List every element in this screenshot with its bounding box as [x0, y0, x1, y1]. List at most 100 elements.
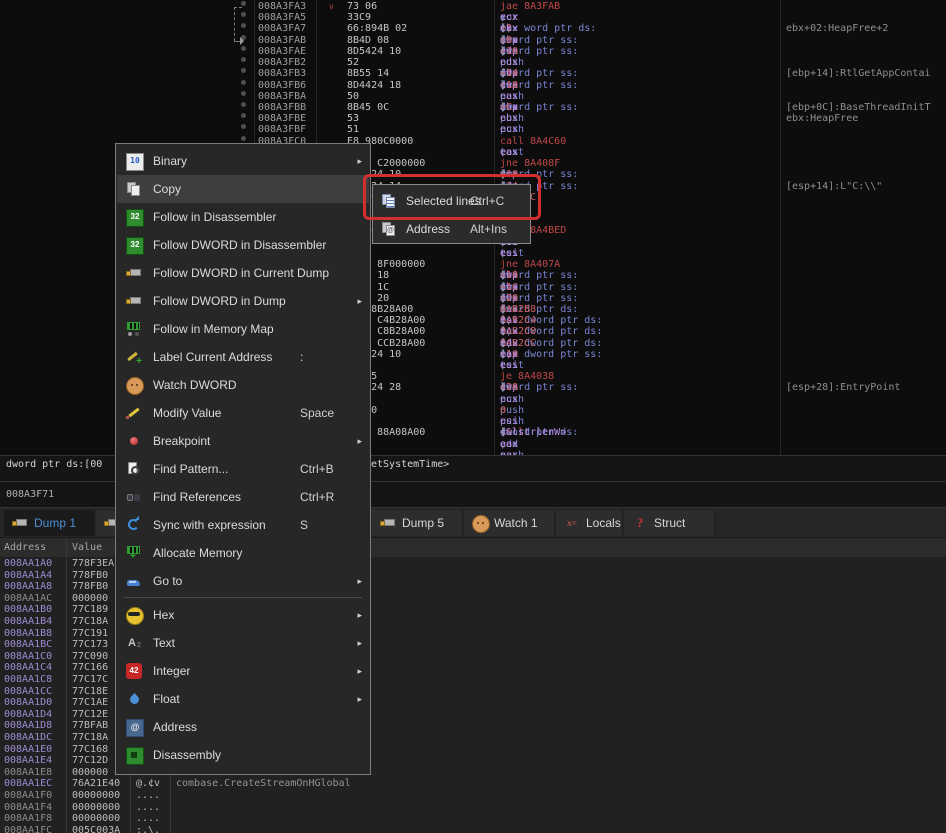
dump-address: 008AA1AC	[4, 593, 52, 604]
disasm-row[interactable]: 008A3FBE53push ebxebx:HeapFree	[0, 113, 946, 124]
dump-row[interactable]: 008AA1FC005C003A:.\.	[0, 825, 946, 833]
breakpoint-dot-icon[interactable]	[241, 12, 246, 17]
menu-item-allocate-memory[interactable]: Allocate Memory	[117, 539, 369, 567]
disasm-row[interactable]: 008A3FB252push edx	[0, 57, 946, 68]
tab-dump-5[interactable]: Dump 5	[372, 510, 463, 536]
menu-item-label: Watch DWORD	[153, 371, 237, 399]
tab-watch-1[interactable]: Watch 1	[464, 510, 555, 536]
menu-item-float[interactable]: Float▸	[117, 685, 369, 713]
disasm-comment: [ebp+0C]:BaseThreadInitT	[786, 102, 931, 113]
menu-item-go-to[interactable]: Go to▸	[117, 567, 369, 595]
breakpoint-dot-icon[interactable]	[241, 57, 246, 62]
menu-item-address[interactable]: Address	[117, 713, 369, 741]
hex-icon	[126, 607, 144, 625]
breakpoint-dot-icon[interactable]	[241, 102, 246, 107]
breakpoint-dot-icon[interactable]	[241, 46, 246, 51]
breakpoint-dot-icon[interactable]	[241, 80, 246, 85]
dump-row[interactable]: 008AA1F400000000....	[0, 802, 946, 813]
disasm-bytes: 50	[347, 91, 359, 102]
disasm-bytes: 33C9	[347, 12, 371, 23]
dump-address: 008AA1BC	[4, 639, 52, 650]
breakpoint-dot-icon[interactable]	[241, 1, 246, 6]
menu-item-follow-dword-in-disassembler[interactable]: Follow DWORD in Disassembler	[117, 231, 369, 259]
dump-value: 000000	[72, 767, 108, 778]
menu-item-binary[interactable]: Binary▸	[117, 147, 369, 175]
breakpoint-dot-icon[interactable]	[241, 23, 246, 28]
menu-item-find-pattern[interactable]: Find Pattern...Ctrl+B	[117, 455, 369, 483]
disasm-row[interactable]: 008A3FB38B55 14mov edx,dword ptr ss:[ebp…	[0, 68, 946, 79]
menu-separator	[124, 597, 362, 598]
breakpoint-dot-icon[interactable]	[241, 124, 246, 129]
disasm-row[interactable]: 008A3FAB8B4D 08mov ecx,dword ptr ss:[ebp…	[0, 35, 946, 46]
disasm-comment: ebx+02:HeapFree+2	[786, 23, 888, 34]
locals-icon	[564, 515, 580, 531]
tab-struct[interactable]: Struct	[624, 510, 715, 536]
disasm-row[interactable]: 008A3FB68D4424 18lea eax,dword ptr ss:[e…	[0, 80, 946, 91]
menu-item-follow-in-disassembler[interactable]: Follow in Disassembler	[117, 203, 369, 231]
menu-item-follow-dword-in-dump[interactable]: Follow DWORD in Dump▸	[117, 287, 369, 315]
disasm-row[interactable]: 008A3FBF51push ecx	[0, 124, 946, 135]
allocate-memory-icon	[126, 545, 142, 561]
menu-item-sync-with-expression[interactable]: Sync with expressionS	[117, 511, 369, 539]
menu-item-integer[interactable]: Integer▸	[117, 657, 369, 685]
disasm-row[interactable]: 008A3FBA50push eax	[0, 91, 946, 102]
tab-label: Locals	[586, 510, 621, 536]
disasm-address: 008A3FA5	[258, 12, 306, 23]
menu-item-follow-dword-in-current-dump[interactable]: Follow DWORD in Current Dump	[117, 259, 369, 287]
dump-row[interactable]: 008AA1F000000000....	[0, 790, 946, 801]
menu-item-label: Disassembly	[153, 741, 221, 769]
disasm-row[interactable]: 008A3FAE8D5424 10lea edx,dword ptr ss:[e…	[0, 46, 946, 57]
disasm-row[interactable]: 008A3FA3v73 06jae 8A3FAB	[0, 1, 946, 12]
menu-item-label: Follow DWORD in Disassembler	[153, 231, 326, 259]
breakpoint-dot-icon[interactable]	[241, 68, 246, 73]
menu-item-label: Text	[153, 629, 175, 657]
menu-item-label: Float	[153, 685, 180, 713]
dump-address: 008AA1B4	[4, 616, 52, 627]
menu-item-label: Find References	[153, 483, 241, 511]
menu-item-follow-in-memory-map[interactable]: Follow in Memory Map	[117, 315, 369, 343]
menu-item-find-references[interactable]: Find ReferencesCtrl+R	[117, 483, 369, 511]
dump-value: 77C18A	[72, 616, 108, 627]
tab-dump-1[interactable]: Dump 1	[4, 510, 95, 536]
disasm-row[interactable]: 008A3FBB8B45 0Cmov eax,dword ptr ss:[ebp…	[0, 102, 946, 113]
dump-address: 008AA1DC	[4, 732, 52, 743]
jump-arrow	[234, 7, 242, 8]
tab-locals[interactable]: Locals	[556, 510, 623, 536]
menu-item-label: Follow DWORD in Dump	[153, 287, 286, 315]
dump-value: 778FB0	[72, 581, 108, 592]
integer-icon	[126, 663, 142, 679]
menu-item-modify-value[interactable]: Modify ValueSpace	[117, 399, 369, 427]
breakpoint-dot-icon[interactable]	[241, 136, 246, 141]
tab-label: Watch 1	[494, 510, 538, 536]
address-icon	[126, 719, 144, 737]
jump-arrow	[234, 7, 235, 41]
menu-item-copy[interactable]: Copy	[117, 175, 369, 203]
disasm-row[interactable]: 008A3FA533C9xor ecx,ecx	[0, 12, 946, 23]
dump-value: 76A21E40	[72, 778, 120, 789]
binary-icon	[126, 153, 144, 171]
menu-item-label: Allocate Memory	[153, 539, 242, 567]
dump-value: 00000000	[72, 802, 120, 813]
dump-value: 005C003A	[72, 825, 120, 833]
dump-value: 77BFAB	[72, 720, 108, 731]
disasm-bytes: 8B55 14	[347, 68, 389, 79]
disasm-row[interactable]: 008A3FA766:894B 02mov word ptr ds:[ebx+2…	[0, 23, 946, 34]
menu-item-text[interactable]: Text▸	[117, 629, 369, 657]
menu-item-label-current-address[interactable]: Label Current Address:	[117, 343, 369, 371]
jump-arrow-tip	[240, 37, 248, 45]
menu-item-breakpoint[interactable]: Breakpoint▸	[117, 427, 369, 455]
dump-address: 008AA1A4	[4, 570, 52, 581]
dump-row[interactable]: 008AA1EC76A21E40@.¢vcombase.CreateStream…	[0, 778, 946, 789]
menu-item-disassembly[interactable]: Disassembly	[117, 741, 369, 769]
disasm-comment: [ebp+14]:RtlGetAppContai	[786, 68, 931, 79]
disasm-bytes: 8D5424 10	[347, 46, 401, 57]
breakpoint-dot-icon[interactable]	[241, 113, 246, 118]
menu-item-shortcut: Space	[300, 399, 334, 427]
dump-row[interactable]: 008AA1F800000000....	[0, 813, 946, 824]
binoculars-icon	[126, 489, 142, 505]
dump-address: 008AA1E4	[4, 755, 52, 766]
menu-item-watch-dword[interactable]: Watch DWORD	[117, 371, 369, 399]
breakpoint-dot-icon[interactable]	[241, 91, 246, 96]
disasm-comment: ebx:HeapFree	[786, 113, 858, 124]
menu-item-hex[interactable]: Hex▸	[117, 601, 369, 629]
